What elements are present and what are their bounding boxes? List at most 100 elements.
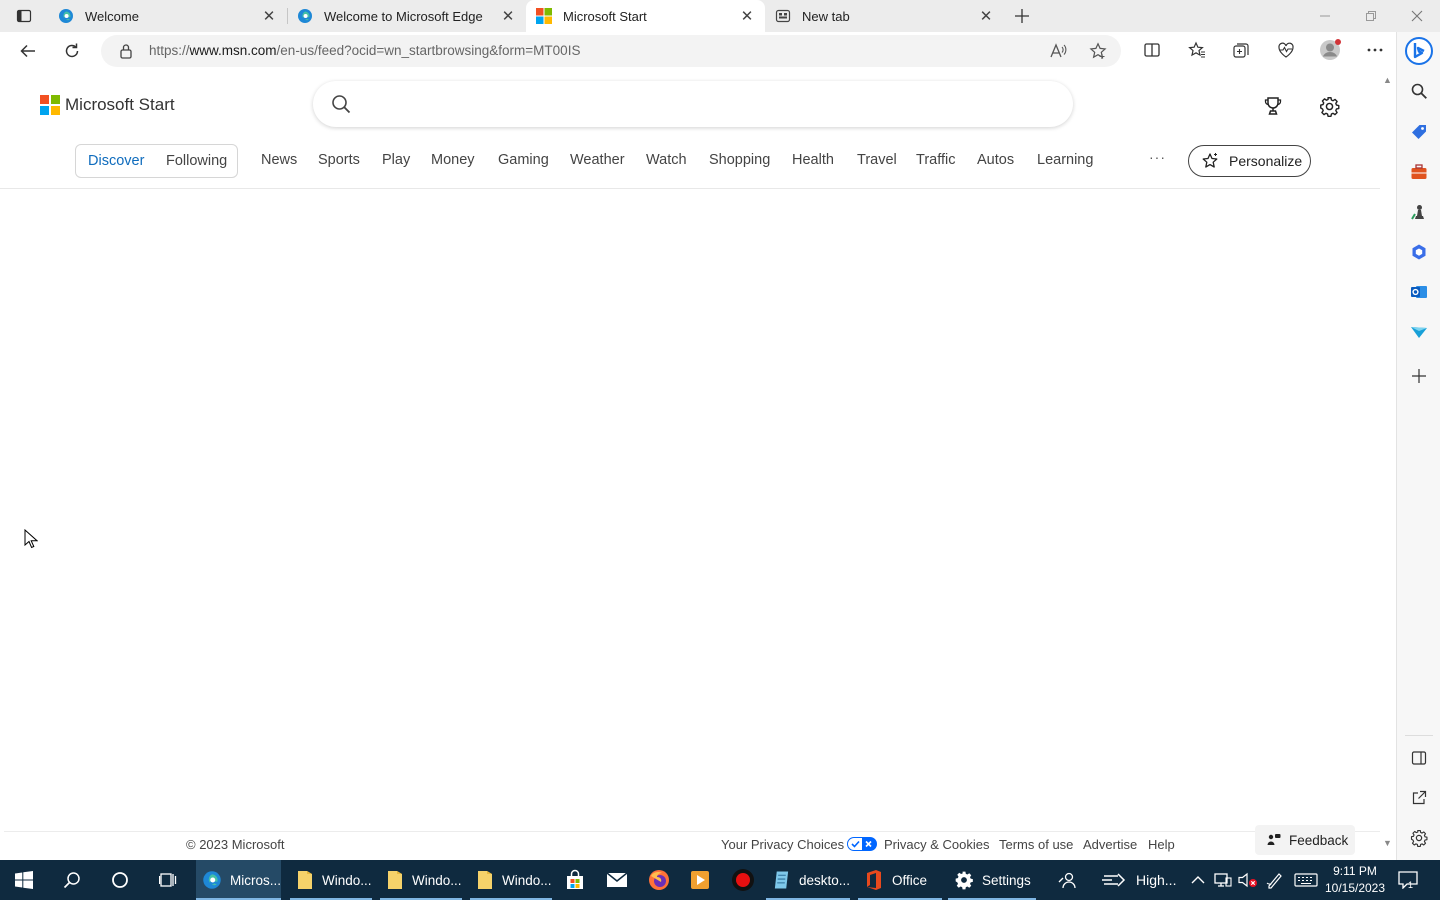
- nav-item-health[interactable]: Health: [792, 152, 834, 168]
- add-favorite-star-icon[interactable]: [1089, 42, 1107, 60]
- network-status-button[interactable]: [1214, 860, 1232, 900]
- nav-more-button[interactable]: ···: [1149, 149, 1166, 165]
- close-icon[interactable]: ✕: [739, 8, 755, 25]
- task-view-button[interactable]: [144, 860, 192, 900]
- favorites-button[interactable]: [1175, 32, 1220, 68]
- show-hidden-icons-button[interactable]: [1191, 860, 1205, 900]
- settings-and-more-button[interactable]: [1353, 32, 1398, 68]
- tab-microsoft-start[interactable]: Microsoft Start ✕: [526, 0, 765, 32]
- plus-icon: [1412, 369, 1426, 383]
- scroll-down-arrow-icon[interactable]: ▼: [1383, 838, 1392, 848]
- sidebar-add-button[interactable]: [1405, 362, 1433, 390]
- nav-item-gaming[interactable]: Gaming: [498, 152, 549, 168]
- sidebar-search-button[interactable]: [1405, 77, 1433, 105]
- close-icon[interactable]: ✕: [500, 8, 516, 25]
- feedback-button[interactable]: Feedback: [1255, 825, 1355, 855]
- sidebar-microsoft365-button[interactable]: [1405, 238, 1433, 266]
- privacy-choices-link[interactable]: Your Privacy Choices: [721, 837, 878, 852]
- taskbar-app-explorer-1[interactable]: Windo...: [290, 860, 372, 900]
- taskbar-mail-button[interactable]: [593, 860, 641, 900]
- page-scrollbar[interactable]: ▲ ▼: [1380, 71, 1396, 860]
- taskbar-app-notepad[interactable]: deskto...: [766, 860, 850, 900]
- back-button[interactable]: [6, 33, 50, 69]
- sidebar-outlook-button[interactable]: [1405, 278, 1433, 306]
- sidebar-divider: [1405, 735, 1433, 736]
- touch-keyboard-button[interactable]: [1294, 860, 1318, 900]
- tab-welcome-to-edge[interactable]: Welcome to Microsoft Edge ✕: [287, 0, 526, 32]
- refresh-button[interactable]: [50, 33, 94, 69]
- address-bar[interactable]: https://www.msn.com/en-us/feed?ocid=wn_s…: [101, 35, 1121, 67]
- close-window-button[interactable]: [1394, 0, 1440, 32]
- tab-discover[interactable]: Discover: [88, 153, 144, 169]
- nav-item-autos[interactable]: Autos: [977, 152, 1014, 168]
- browser-essentials-button[interactable]: [1264, 32, 1309, 68]
- page-settings-button[interactable]: [1315, 92, 1343, 120]
- taskbar-people-button[interactable]: [1043, 860, 1091, 900]
- sidebar-tools-button[interactable]: [1405, 158, 1433, 186]
- sidebar-shopping-button[interactable]: [1405, 118, 1433, 146]
- tab-new-tab[interactable]: New tab ✕: [765, 0, 1004, 32]
- taskbar-store-button[interactable]: [551, 860, 599, 900]
- search-icon[interactable]: [331, 94, 351, 114]
- nav-item-traffic[interactable]: Traffic: [916, 152, 955, 168]
- pen-workspace-button[interactable]: [1266, 860, 1284, 900]
- taskbar-media-player-button[interactable]: [676, 860, 724, 900]
- nav-item-weather[interactable]: Weather: [570, 152, 625, 168]
- clock-time: 9:11 PM: [1333, 864, 1377, 878]
- start-button[interactable]: [0, 860, 48, 900]
- sidebar-settings-button[interactable]: [1405, 824, 1433, 852]
- nav-item-travel[interactable]: Travel: [857, 152, 897, 168]
- lock-icon[interactable]: [119, 43, 133, 59]
- nav-item-news[interactable]: News: [261, 152, 297, 168]
- nav-item-money[interactable]: Money: [431, 152, 475, 168]
- cortana-button[interactable]: [96, 860, 144, 900]
- close-icon[interactable]: ✕: [978, 8, 994, 25]
- search-input[interactable]: [368, 91, 1048, 117]
- split-screen-button[interactable]: [1130, 32, 1175, 68]
- terms-of-use-link[interactable]: Terms of use: [999, 837, 1073, 852]
- restore-icon: [1366, 11, 1376, 21]
- nav-item-learning[interactable]: Learning: [1037, 152, 1093, 168]
- minimize-button[interactable]: [1302, 0, 1348, 32]
- new-tab-button[interactable]: [1004, 0, 1040, 32]
- tab-actions-button[interactable]: [0, 0, 48, 32]
- web-search-box[interactable]: [313, 81, 1073, 127]
- privacy-choices-label: Your Privacy Choices: [721, 837, 845, 852]
- taskbar-app-office[interactable]: Office: [858, 860, 942, 900]
- taskbar-search-button[interactable]: [48, 860, 96, 900]
- restore-button[interactable]: [1348, 0, 1394, 32]
- personalize-button[interactable]: Personalize: [1188, 145, 1311, 177]
- help-link[interactable]: Help: [1148, 837, 1175, 852]
- collections-button[interactable]: [1219, 32, 1264, 68]
- advertise-link[interactable]: Advertise: [1083, 837, 1137, 852]
- url-text[interactable]: https://www.msn.com/en-us/feed?ocid=wn_s…: [149, 43, 580, 58]
- privacy-cookies-link[interactable]: Privacy & Cookies: [884, 837, 989, 852]
- volume-button[interactable]: [1238, 860, 1258, 900]
- sidebar-drop-button[interactable]: [1405, 318, 1433, 346]
- taskbar-app-explorer-2[interactable]: Windo...: [380, 860, 462, 900]
- nav-item-sports[interactable]: Sports: [318, 152, 360, 168]
- nav-item-shopping[interactable]: Shopping: [709, 152, 770, 168]
- nav-item-watch[interactable]: Watch: [646, 152, 687, 168]
- hide-sidebar-button[interactable]: [1405, 744, 1433, 772]
- nav-item-play[interactable]: Play: [382, 152, 410, 168]
- bing-copilot-button[interactable]: [1402, 34, 1436, 68]
- tab-following[interactable]: Following: [166, 153, 227, 169]
- taskbar-clock[interactable]: 9:11 PM 10/15/2023: [1322, 863, 1388, 897]
- tab-welcome[interactable]: Welcome ✕: [48, 0, 287, 32]
- taskbar-app-explorer-3[interactable]: Windo...: [470, 860, 552, 900]
- rewards-button[interactable]: [1259, 92, 1287, 120]
- profile-button[interactable]: [1308, 32, 1353, 68]
- microsoft-start-logo[interactable]: Microsoft Start: [40, 95, 175, 115]
- taskbar-app-settings[interactable]: Settings: [948, 860, 1036, 900]
- sidebar-games-button[interactable]: [1405, 198, 1433, 226]
- action-center-button[interactable]: 1: [1398, 860, 1418, 900]
- scroll-up-arrow-icon[interactable]: ▲: [1383, 75, 1392, 85]
- close-icon[interactable]: ✕: [261, 8, 277, 25]
- taskbar-app-edge[interactable]: Micros...: [196, 860, 281, 900]
- read-aloud-icon[interactable]: [1049, 42, 1067, 60]
- tab-title: Microsoft Start: [563, 8, 647, 24]
- open-external-button[interactable]: [1405, 784, 1433, 812]
- taskbar-record-button[interactable]: [719, 860, 767, 900]
- high-contrast-tray-item[interactable]: High...: [1100, 860, 1176, 900]
